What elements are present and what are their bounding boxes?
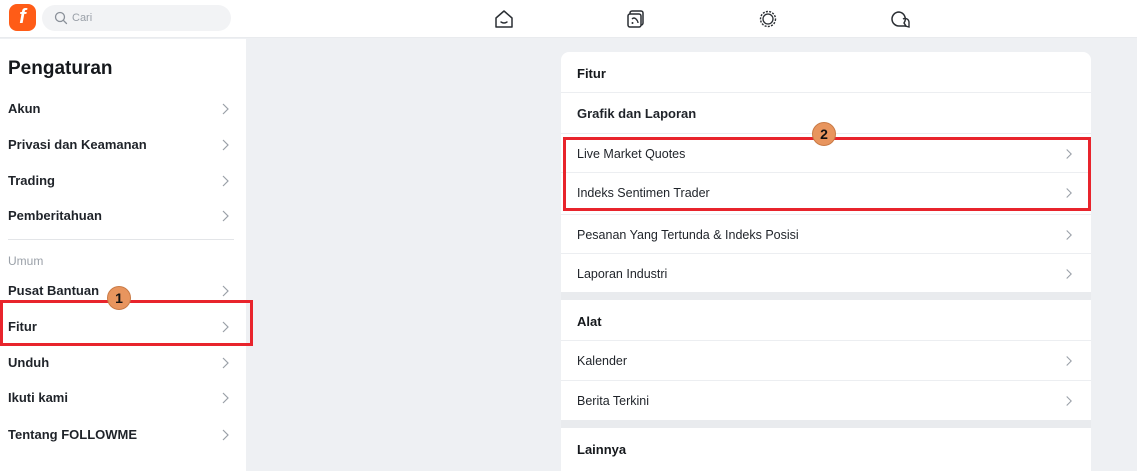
followme-logo[interactable]: f [9, 4, 36, 31]
chevron-right-icon [1066, 396, 1072, 406]
search-box[interactable] [42, 5, 231, 31]
sidebar-item-label: Unduh [8, 355, 50, 370]
chevron-right-icon [222, 210, 229, 222]
home-icon[interactable] [493, 8, 515, 30]
section-header-alat: Alat [561, 300, 1091, 340]
row-label: Kalender [577, 354, 628, 368]
row-laporan-industri[interactable]: Laporan Industri [561, 253, 1091, 293]
settings-sidebar: Pengaturan Akun Privasi dan Keamanan Tra… [0, 39, 246, 471]
chevron-right-icon [1066, 230, 1072, 240]
section-title: Alat [577, 314, 602, 329]
search-icon [54, 11, 68, 25]
sidebar-item-akun[interactable]: Akun [0, 91, 246, 127]
sidebar-item-ikuti-kami[interactable]: Ikuti kami [0, 380, 246, 416]
sidebar-item-label: Pusat Bantuan [8, 283, 100, 298]
sidebar-title: Pengaturan [8, 58, 113, 79]
step-badge-2: 2 [812, 122, 836, 146]
sidebar-divider [8, 239, 234, 240]
chevron-right-icon [222, 175, 229, 187]
section-header-lainnya: Lainnya [561, 428, 1091, 468]
section-header-fitur: Fitur [561, 52, 1091, 92]
row-pesanan-tertunda[interactable]: Pesanan Yang Tertunda & Indeks Posisi [561, 214, 1091, 254]
row-label: Laporan Industri [577, 267, 668, 281]
chevron-right-icon [222, 392, 229, 404]
row-label: Pesanan Yang Tertunda & Indeks Posisi [577, 228, 799, 242]
sidebar-item-label: Tentang FOLLOWME [8, 427, 138, 442]
features-panel: Fitur Grafik dan Laporan Live Market Quo… [561, 52, 1091, 471]
feed-icon[interactable] [625, 8, 647, 30]
search-input[interactable] [72, 9, 222, 27]
section-title: Fitur [577, 66, 606, 81]
highlight-box-market-rows [563, 137, 1091, 211]
sidebar-item-trading[interactable]: Trading [0, 163, 246, 199]
sidebar-item-label: Pemberitahuan [8, 208, 102, 223]
chevron-right-icon [222, 285, 229, 297]
chevron-right-icon [1066, 269, 1072, 279]
row-kalender[interactable]: Kalender [561, 340, 1091, 380]
chevron-right-icon [222, 357, 229, 369]
sidebar-item-label: Privasi dan Keamanan [8, 137, 147, 152]
sidebar-item-unduh[interactable]: Unduh [0, 345, 246, 381]
row-label: Berita Terkini [577, 394, 650, 408]
chevron-right-icon [222, 103, 229, 115]
sidebar-item-privasi[interactable]: Privasi dan Keamanan [0, 127, 246, 163]
sidebar-item-label: Akun [8, 101, 41, 116]
gear-icon[interactable] [757, 8, 779, 30]
section-title: Lainnya [577, 442, 627, 457]
top-bar: f [0, 0, 1137, 38]
chat-icon[interactable] [889, 8, 911, 30]
sidebar-section-label: Umum [8, 254, 44, 268]
row-berita-terkini[interactable]: Berita Terkini [561, 380, 1091, 420]
section-gap [561, 292, 1091, 300]
section-gap [561, 420, 1091, 428]
chevron-right-icon [222, 139, 229, 151]
sidebar-item-label: Trading [8, 173, 55, 188]
step-badge-1: 1 [107, 286, 131, 310]
sidebar-item-label: Ikuti kami [8, 390, 68, 405]
sidebar-item-tentang[interactable]: Tentang FOLLOWME [0, 417, 246, 453]
row-label: Grafik dan Laporan [577, 106, 697, 121]
chevron-right-icon [1066, 356, 1072, 366]
chevron-right-icon [222, 429, 229, 441]
sidebar-item-pemberitahuan[interactable]: Pemberitahuan [0, 198, 246, 234]
